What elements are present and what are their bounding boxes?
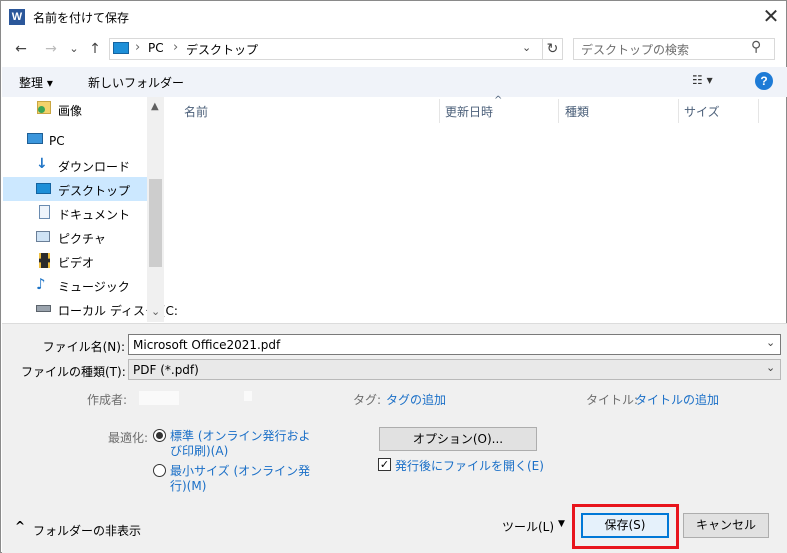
nav-item-local-disk[interactable]: ローカル ディスク (C: bbox=[3, 297, 178, 321]
scroll-up-arrow-icon[interactable]: ▲ bbox=[151, 101, 159, 112]
tools-button[interactable]: ツール(L) bbox=[502, 518, 554, 535]
nav-item-label: 画像 bbox=[58, 104, 83, 118]
pc-icon bbox=[27, 133, 43, 144]
title-label: タイトル: bbox=[586, 393, 639, 407]
filename-label: ファイル名(N): bbox=[42, 340, 125, 354]
nav-item-desktop[interactable]: デスクトップ bbox=[3, 177, 148, 201]
download-icon: ↓ bbox=[36, 156, 48, 172]
pictures-folder-icon bbox=[37, 101, 51, 114]
nav-item-documents[interactable]: ドキュメント bbox=[3, 201, 148, 225]
breadcrumb-separator: › bbox=[135, 40, 141, 55]
new-folder-button[interactable]: 新しいフォルダー bbox=[88, 74, 184, 91]
column-divider[interactable] bbox=[678, 99, 679, 123]
nav-item-pictures-folder[interactable]: 画像 bbox=[3, 97, 148, 121]
title-bar: W 名前を付けて保存 ✕ bbox=[1, 1, 786, 33]
options-button[interactable]: オプション(O)... bbox=[379, 427, 537, 451]
picture-icon bbox=[36, 231, 50, 242]
filetype-dropdown-chevron-icon[interactable]: ⌄ bbox=[766, 361, 775, 374]
back-arrow-icon[interactable]: ← bbox=[11, 39, 31, 59]
optimize-standard-radio[interactable] bbox=[153, 429, 166, 442]
filetype-label: ファイルの種類(T): bbox=[21, 365, 126, 379]
dialog-title: 名前を付けて保存 bbox=[33, 11, 130, 25]
nav-item-label: ビデオ bbox=[58, 256, 95, 270]
close-icon[interactable]: ✕ bbox=[757, 3, 785, 31]
chevron-up-icon[interactable]: ^ bbox=[15, 519, 25, 533]
help-icon[interactable]: ? bbox=[755, 72, 773, 90]
navigation-pane: 画像 PC ↓ ダウンロード デスクトップ ドキュメント ピクチャ ビデオ ♪ … bbox=[2, 97, 178, 322]
word-app-icon: W bbox=[9, 9, 25, 25]
column-header-date[interactable]: 更新日時 bbox=[445, 103, 493, 120]
breadcrumb-pc[interactable]: PC bbox=[148, 41, 164, 55]
scroll-down-arrow-icon[interactable]: ⌄ bbox=[151, 305, 160, 318]
author-redaction bbox=[244, 391, 252, 401]
nav-item-downloads[interactable]: ↓ ダウンロード bbox=[3, 153, 148, 177]
recent-locations-chevron-icon[interactable]: ⌄ bbox=[64, 39, 84, 59]
document-icon bbox=[39, 205, 50, 219]
address-dropdown-chevron-icon[interactable]: ⌄ bbox=[522, 41, 531, 54]
filetype-value: PDF (*.pdf) bbox=[133, 363, 199, 377]
open-after-publish-label[interactable]: 発行後にファイルを開く(E) bbox=[395, 457, 544, 474]
optimize-standard-label-line2[interactable]: び印刷)(A) bbox=[170, 442, 228, 459]
column-header-name[interactable]: 名前 bbox=[184, 103, 208, 120]
breadcrumb-separator: › bbox=[173, 40, 179, 55]
nav-item-label: ドキュメント bbox=[58, 208, 131, 222]
filename-dropdown-chevron-icon[interactable]: ⌄ bbox=[766, 336, 775, 349]
column-divider[interactable] bbox=[558, 99, 559, 123]
nav-item-label: PC bbox=[49, 134, 65, 148]
column-header-size[interactable]: サイズ bbox=[684, 103, 720, 120]
save-as-dialog: W 名前を付けて保存 ✕ ← → ⌄ ↑ › PC › デスクトップ ⌄ ↻ デ… bbox=[0, 0, 787, 553]
nav-scrollbar-thumb[interactable] bbox=[149, 179, 162, 267]
nav-item-label: ミュージック bbox=[58, 280, 130, 294]
search-placeholder: デスクトップの検索 bbox=[581, 43, 690, 57]
nav-item-label: ダウンロード bbox=[58, 160, 131, 174]
author-label: 作成者: bbox=[87, 393, 128, 407]
cancel-button[interactable]: キャンセル bbox=[683, 513, 769, 538]
nav-item-pc[interactable]: PC bbox=[3, 129, 148, 153]
video-icon bbox=[39, 253, 50, 268]
sort-ascending-icon: ^ bbox=[494, 95, 503, 106]
optimize-label: 最適化: bbox=[108, 431, 149, 445]
nav-item-label: デスクトップ bbox=[58, 184, 131, 198]
filename-value: Microsoft Office2021.pdf bbox=[133, 338, 281, 352]
filetype-select[interactable] bbox=[128, 359, 781, 380]
tools-dropdown-icon[interactable]: ▼ bbox=[558, 519, 565, 529]
desktop-location-icon bbox=[113, 42, 129, 54]
nav-item-label: ピクチャ bbox=[58, 232, 106, 246]
drive-icon bbox=[36, 305, 51, 312]
column-divider[interactable] bbox=[439, 99, 440, 123]
tag-label: タグ: bbox=[353, 393, 382, 407]
music-icon: ♪ bbox=[36, 275, 46, 293]
column-header-type[interactable]: 種類 bbox=[565, 103, 589, 120]
up-arrow-icon[interactable]: ↑ bbox=[85, 39, 105, 59]
optimize-minimum-radio[interactable] bbox=[153, 464, 166, 477]
organize-button[interactable]: 整理 ▾ bbox=[19, 74, 53, 91]
add-tag-link[interactable]: タグの追加 bbox=[386, 391, 446, 408]
nav-item-music[interactable]: ♪ ミュージック bbox=[3, 273, 148, 297]
save-button[interactable]: 保存(S) bbox=[581, 513, 669, 538]
search-icon[interactable]: ⚲ bbox=[751, 39, 761, 55]
refresh-icon[interactable]: ↻ bbox=[542, 39, 562, 59]
forward-arrow-icon[interactable]: → bbox=[41, 39, 61, 59]
desktop-icon bbox=[36, 183, 51, 194]
add-title-link[interactable]: タイトルの追加 bbox=[635, 391, 719, 408]
hide-folders-button[interactable]: フォルダーの非表示 bbox=[33, 522, 141, 539]
view-options-icon[interactable]: ☷ ▾ bbox=[692, 73, 713, 87]
nav-item-pictures[interactable]: ピクチャ bbox=[3, 225, 148, 249]
optimize-minimum-label-line2[interactable]: 行)(M) bbox=[170, 477, 206, 494]
column-divider[interactable] bbox=[758, 99, 759, 123]
nav-item-videos[interactable]: ビデオ bbox=[3, 249, 148, 273]
author-value[interactable] bbox=[139, 391, 179, 405]
breadcrumb-desktop[interactable]: デスクトップ bbox=[186, 41, 258, 58]
open-after-publish-checkbox[interactable]: ✓ bbox=[378, 458, 391, 471]
